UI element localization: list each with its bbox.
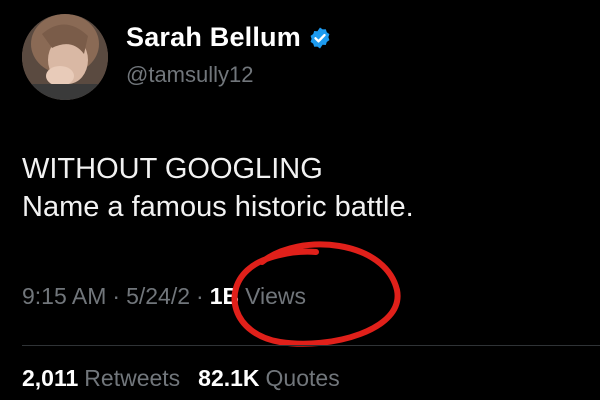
verified-badge-icon	[310, 27, 330, 48]
quotes-count: 82.1K	[198, 365, 260, 391]
tweet-text: WITHOUT GOOGLING Name a famous historic …	[22, 150, 414, 226]
stats-divider	[22, 345, 600, 346]
quotes-stat[interactable]: 82.1K Quotes	[198, 365, 340, 392]
author-handle[interactable]: @tamsully12	[126, 62, 254, 88]
tweet-date[interactable]: 5/24/2	[126, 283, 190, 310]
display-name[interactable]: Sarah Bellum	[126, 22, 301, 53]
tweet-line-2: Name a famous historic battle.	[22, 191, 414, 223]
views-count: 1B	[209, 283, 240, 309]
tweet-stats: 2,011 Retweets 82.1K Quotes	[22, 365, 340, 392]
tweet-meta: 9:15 AM · 5/24/2 · 1B Views	[22, 283, 306, 310]
meta-separator: ·	[196, 283, 204, 309]
avatar-photo	[22, 14, 108, 100]
retweets-label: Retweets	[84, 365, 181, 391]
tweet-time[interactable]: 9:15 AM	[22, 283, 106, 310]
retweets-count: 2,011	[22, 365, 79, 391]
tweet-line-1: WITHOUT GOOGLING	[22, 153, 323, 185]
retweets-stat[interactable]: 2,011 Retweets	[22, 365, 180, 392]
views-label: Views	[245, 283, 307, 309]
quotes-label: Quotes	[265, 365, 340, 391]
meta-separator: ·	[112, 283, 121, 309]
author-name-row[interactable]: Sarah Bellum	[126, 22, 332, 53]
avatar[interactable]	[22, 14, 108, 100]
